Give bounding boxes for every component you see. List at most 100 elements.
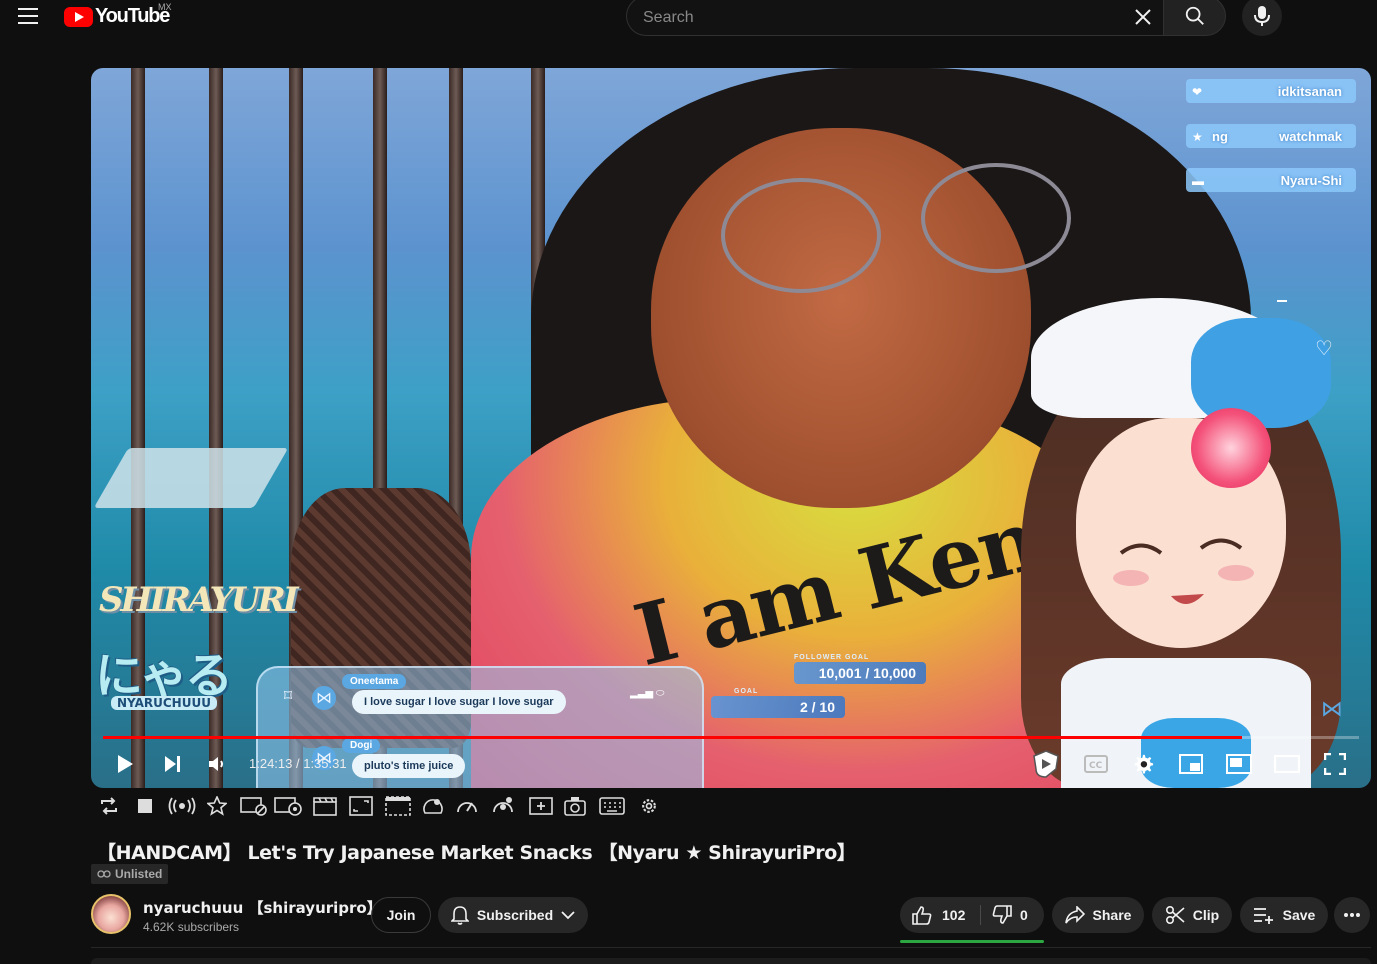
loop-icon[interactable]: [98, 795, 120, 817]
miniplayer-icon: [1179, 754, 1203, 774]
save-button[interactable]: Save: [1240, 897, 1328, 933]
progress-bar[interactable]: [103, 736, 1359, 739]
stream-notification: ★ ng watchmak: [1186, 124, 1356, 148]
dislike-button[interactable]: 0: [992, 897, 1028, 933]
video-title: 【HANDCAM】 Let's Try Japanese Market Snac…: [97, 842, 856, 864]
video-icon: ▬: [1192, 174, 1204, 188]
share-label: Share: [1092, 907, 1132, 923]
join-button[interactable]: Join: [371, 897, 431, 933]
fullscreen-button[interactable]: [1321, 748, 1349, 780]
volume-icon: [209, 757, 223, 771]
heart-icon: ❤: [1192, 85, 1203, 99]
join-label: Join: [386, 907, 416, 923]
channel-name[interactable]: nyaruchuuu 【shirayuripro】: [143, 897, 382, 918]
butterfly-icon: ⋈: [1321, 696, 1343, 721]
country-code: MX: [158, 2, 172, 12]
follower-goal-label: FOLLOWER GOAL: [794, 654, 870, 661]
speedometer-icon[interactable]: [456, 795, 478, 817]
vtuber-avatar: [991, 298, 1371, 788]
gear-icon[interactable]: [638, 795, 660, 817]
add-frame-icon[interactable]: [528, 795, 554, 817]
subscriber-count: 4.62K subscribers: [143, 920, 240, 934]
chevron-down-icon: [561, 911, 575, 920]
notification-text: Nyaru-Shi: [1280, 172, 1342, 188]
like-divider: [980, 905, 981, 925]
follower-goal-value: 10,001 / 10,000: [794, 662, 926, 684]
stream-notification: ▬ Nyaru-Shi: [1186, 168, 1356, 192]
more-horizontal-icon: [1344, 913, 1360, 917]
share-button[interactable]: Share: [1052, 897, 1144, 933]
goal-value: 2 / 10: [711, 696, 845, 718]
frame-dashed-icon[interactable]: [384, 795, 412, 817]
goal-label: GOAL: [734, 688, 759, 695]
search-button[interactable]: [1163, 0, 1226, 36]
cc-icon: CC: [1084, 755, 1108, 773]
more-actions-button[interactable]: [1334, 897, 1370, 933]
butterfly-icon: ⋈: [312, 686, 336, 710]
like-dislike-group: 102 0: [900, 897, 1044, 933]
thumbs-up-icon: [912, 906, 932, 925]
playlist-add-icon: [1253, 908, 1273, 924]
time-current: 1:24:13: [249, 756, 293, 771]
glasses-left: [721, 178, 881, 293]
rectangle-icon: [1274, 755, 1300, 773]
description-box-edge: [91, 958, 1371, 964]
clip-button[interactable]: Clip: [1152, 897, 1232, 933]
notification-text: idkitsanan: [1277, 83, 1342, 99]
youtube-logo[interactable]: YouTube: [64, 5, 170, 28]
search-input[interactable]: [643, 7, 1113, 29]
search-field: [626, 0, 1163, 36]
dashboard-icon[interactable]: [422, 795, 444, 817]
gauge-settings-icon[interactable]: [492, 795, 514, 817]
view-count-icon[interactable]: [274, 795, 304, 817]
resize-icon[interactable]: [348, 795, 374, 817]
theater-mode-button[interactable]: [1225, 748, 1253, 780]
voice-search-button[interactable]: [1242, 0, 1282, 36]
subtitles-button[interactable]: CC: [1081, 748, 1111, 780]
vtuber-flower: [1191, 408, 1271, 488]
miniplayer-button[interactable]: [1177, 748, 1205, 780]
volume-button[interactable]: [203, 748, 231, 780]
settings-button[interactable]: [1129, 748, 1157, 780]
glasses-right: [921, 163, 1071, 273]
clear-search-icon[interactable]: [1129, 3, 1157, 31]
camera-icon[interactable]: [564, 795, 586, 817]
thumbs-down-icon: [992, 905, 1012, 924]
play-button[interactable]: [111, 748, 139, 780]
chat-message: pluto's time juice: [352, 754, 466, 778]
cinema-mode-button[interactable]: [1273, 748, 1301, 780]
scissors-icon: [1165, 905, 1185, 925]
broadcast-icon[interactable]: [168, 795, 196, 817]
nyaruchuuu-label: NYARUCHUUU: [111, 696, 217, 710]
like-ratio-bar: [900, 940, 1044, 943]
clip-label: Clip: [1192, 907, 1220, 923]
clapperboard-icon[interactable]: [312, 795, 338, 817]
time-separator: /: [292, 756, 304, 771]
sponsorblock-button[interactable]: [1029, 748, 1063, 780]
star-outline-icon[interactable]: [206, 795, 228, 817]
next-icon: [165, 756, 180, 772]
search-bar: [626, 0, 1226, 36]
notification-text: watchmak: [1279, 128, 1342, 144]
keyboard-icon[interactable]: [598, 795, 626, 817]
video-player[interactable]: I am Ken ❤ idkitsanan ★ ng watchmak ▬ Ny…: [91, 68, 1371, 788]
divider: [91, 947, 1371, 948]
subscribed-button[interactable]: Subscribed: [438, 897, 588, 933]
svg-text:CC: CC: [1089, 761, 1103, 771]
chat-author: Oneetama: [342, 674, 407, 689]
stop-icon[interactable]: [134, 795, 156, 817]
microphone-icon: [1254, 6, 1270, 26]
bell-icon: [450, 906, 469, 925]
progress-played: [103, 736, 1242, 739]
subscribed-label: Subscribed: [476, 907, 554, 923]
shield-icon: [1033, 750, 1059, 778]
menu-icon[interactable]: [18, 8, 38, 24]
star-icon: ★: [1192, 130, 1203, 144]
next-button[interactable]: [159, 748, 187, 780]
search-icon: [1185, 6, 1204, 25]
channel-avatar[interactable]: [91, 894, 131, 934]
ad-block-icon[interactable]: [240, 795, 268, 817]
play-logo-icon: [64, 6, 93, 27]
like-button[interactable]: 102: [912, 897, 965, 933]
gear-icon: [1134, 754, 1154, 774]
